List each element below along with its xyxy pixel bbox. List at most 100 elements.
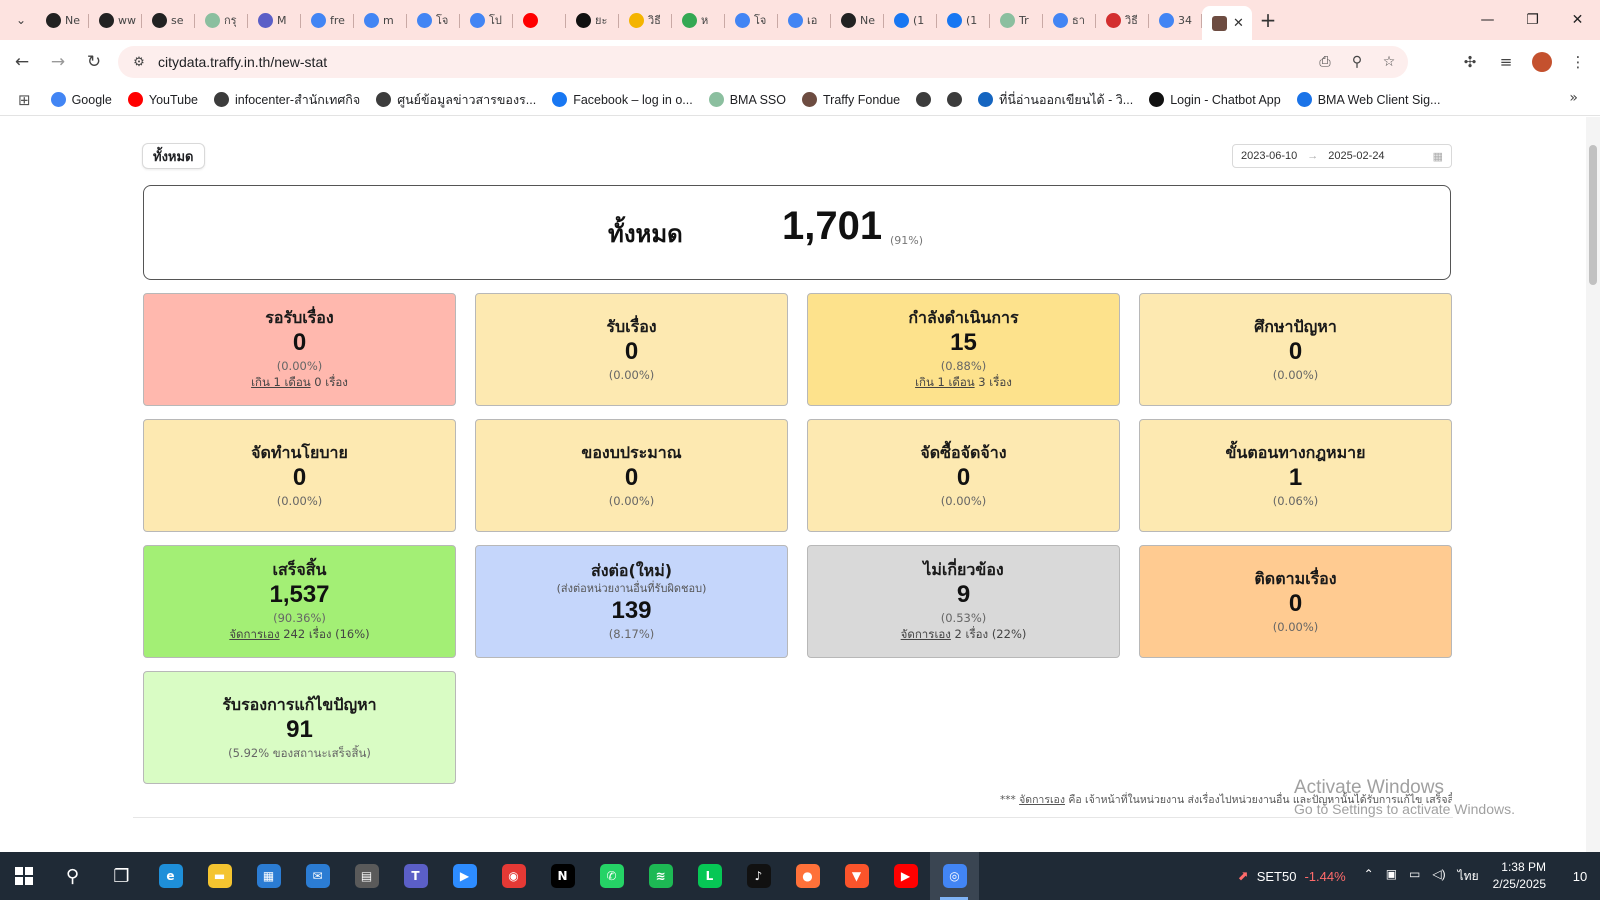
status-card[interactable]: ไม่เกี่ยวข้อง 9 (0.53%) จัดการเอง 2 เรื่อง … (807, 545, 1120, 658)
bookmark-item[interactable]: BMA SSO (708, 92, 786, 107)
install-app-icon[interactable]: ⎙ (1314, 54, 1336, 70)
new-tab-button[interactable]: + (1252, 6, 1284, 34)
browser-tab[interactable]: วิธี (619, 5, 672, 35)
browser-tab[interactable]: โป (460, 5, 513, 35)
bookmark-item[interactable] (947, 92, 968, 107)
record-icon[interactable]: ◉ (489, 852, 538, 900)
card-note-link[interactable]: เกิน 1 เดือน (915, 375, 975, 389)
windows-start-icon[interactable] (0, 852, 48, 900)
browser-tab-active[interactable]: ✕ (1202, 6, 1252, 40)
extensions-icon[interactable]: ✣ (1452, 53, 1488, 71)
media-control-icon[interactable]: ≡ (1488, 53, 1524, 71)
date-to[interactable]: 2025-02-24 (1328, 150, 1384, 162)
browser-tab[interactable]: M (248, 5, 301, 35)
status-card[interactable]: รับเรื่อง 0 (0.00%) (475, 293, 788, 406)
edge-icon[interactable]: e (146, 852, 195, 900)
browser-tab[interactable]: Ne (36, 5, 89, 35)
browser-tab[interactable]: m (354, 5, 407, 35)
browser-tab[interactable] (513, 5, 566, 35)
chrome-icon[interactable]: ◎ (930, 852, 979, 900)
volume-icon[interactable]: ◁) (1432, 867, 1445, 886)
browser-tab[interactable]: กรุ (195, 5, 248, 35)
restore-icon[interactable]: ❐ (1510, 0, 1555, 40)
browser-tab[interactable]: Tr (990, 5, 1043, 35)
bookmark-item[interactable]: YouTube (127, 92, 198, 107)
card-note-link[interactable]: จัดการเอง (901, 627, 951, 641)
scrollbar-thumb[interactable] (1589, 145, 1597, 285)
browser-tab[interactable]: fre (301, 5, 354, 35)
netflix-icon[interactable]: N (538, 852, 587, 900)
bookmark-item[interactable]: infocenter-สำนักเทศกิจ (214, 90, 360, 110)
browser-tab[interactable]: se (142, 5, 195, 35)
stock-widget[interactable]: ⬈ SET50 -1.44% (1238, 868, 1346, 884)
browser-tab[interactable]: 34 (1149, 5, 1202, 35)
browser-tab[interactable]: ยะ (566, 5, 619, 35)
browser-tab[interactable]: โจ (725, 5, 778, 35)
back-icon[interactable]: ← (4, 46, 40, 78)
calendar-icon[interactable]: ▦ (1433, 150, 1443, 163)
apps-grid-icon[interactable]: ⊞ (18, 91, 31, 109)
firefox-icon[interactable]: ● (783, 852, 832, 900)
tiktok-icon[interactable]: ♪ (734, 852, 783, 900)
clock[interactable]: 1:38 PM 2/25/2025 (1493, 859, 1546, 893)
more-bookmarks-icon[interactable]: » (1569, 90, 1578, 106)
whatsapp-icon[interactable]: ✆ (587, 852, 636, 900)
browser-tab[interactable]: ww (89, 5, 142, 35)
search-icon[interactable]: ⚲ (48, 852, 97, 900)
status-card[interactable]: จัดทำนโยบาย 0 (0.00%) (143, 419, 456, 532)
address-bar[interactable]: ⚙ citydata.traffy.in.th/new-stat ⎙ ⚲ ☆ (118, 46, 1408, 78)
close-tab-icon[interactable]: ✕ (1233, 16, 1244, 31)
notification-center-icon[interactable]: 10 (1560, 852, 1600, 900)
calculator-icon[interactable]: ▤ (342, 852, 391, 900)
card-note-link[interactable]: จัดการเอง (229, 627, 279, 641)
task-view-icon[interactable]: ❐ (97, 852, 146, 900)
menu-icon[interactable]: ⋮ (1560, 53, 1596, 71)
date-from[interactable]: 2023-06-10 (1241, 150, 1297, 162)
browser-tab[interactable]: ห (672, 5, 725, 35)
reload-icon[interactable]: ↻ (76, 46, 112, 78)
network-icon[interactable]: ▭ (1409, 867, 1420, 886)
browser-tab[interactable]: (1 (884, 5, 937, 35)
youtube-icon[interactable]: ▶ (881, 852, 930, 900)
status-card[interactable]: ติดตามเรื่อง 0 (0.00%) (1139, 545, 1452, 658)
status-card[interactable]: ขั้นตอนทางกฎหมาย 1 (0.06%) (1139, 419, 1452, 532)
status-card[interactable]: เสร็จสิ้น 1,537 (90.36%) จัดการเอง 242 เรื่… (143, 545, 456, 658)
file-explorer-icon[interactable]: ▬ (195, 852, 244, 900)
zoom-icon[interactable]: ⚲ (1346, 54, 1368, 70)
minimize-icon[interactable]: — (1465, 0, 1510, 40)
bookmark-item[interactable]: Traffy Fondue (802, 92, 900, 107)
store-icon[interactable]: ▦ (244, 852, 293, 900)
bookmark-item[interactable]: Facebook – log in o... (552, 92, 693, 107)
spotify-icon[interactable]: ≋ (636, 852, 685, 900)
browser-tab[interactable]: Ne (831, 5, 884, 35)
status-card[interactable]: จัดซื้อจัดจ้าง 0 (0.00%) (807, 419, 1120, 532)
bookmark-item[interactable]: Login - Chatbot App (1149, 92, 1281, 107)
bookmark-item[interactable]: ศูนย์ข้อมูลข่าวสารของร... (376, 90, 536, 110)
language-indicator[interactable]: ไทย (1458, 867, 1479, 886)
meet-icon[interactable]: ▣ (1386, 867, 1397, 886)
browser-tab[interactable]: เอ (778, 5, 831, 35)
profile-avatar[interactable] (1532, 52, 1552, 72)
site-info-icon[interactable]: ⚙ (124, 55, 154, 70)
date-range-picker[interactable]: 2023-06-10 → 2025-02-24 ▦ (1232, 144, 1452, 168)
chevron-up-icon[interactable]: ⌃ (1364, 867, 1374, 886)
bookmark-item[interactable] (916, 92, 937, 107)
line-icon[interactable]: L (685, 852, 734, 900)
status-card[interactable]: ส่งต่อ(ใหม่) (ส่งต่อหน่วยงานอื่นที่รับผิด… (475, 545, 788, 658)
teams-icon[interactable]: T (391, 852, 440, 900)
browser-tab[interactable]: วิธี (1096, 5, 1149, 35)
browser-tab[interactable]: โจ (407, 5, 460, 35)
url-text[interactable]: citydata.traffy.in.th/new-stat (158, 54, 327, 70)
mail-icon[interactable]: ✉ (293, 852, 342, 900)
footnote-link[interactable]: จัดการเอง (1019, 794, 1065, 806)
bookmark-item[interactable]: BMA Web Client Sig... (1296, 92, 1440, 107)
status-card[interactable]: ของบประมาณ 0 (0.00%) (475, 419, 788, 532)
browser-tab[interactable]: (1 (937, 5, 990, 35)
status-card[interactable]: รอรับเรื่อง 0 (0.00%) เกิน 1 เดือน 0 เรื่อง (143, 293, 456, 406)
browser-tab[interactable]: ธา (1043, 5, 1096, 35)
zoom-icon[interactable]: ▶ (440, 852, 489, 900)
bookmark-star-icon[interactable]: ☆ (1378, 54, 1400, 70)
filter-all-button[interactable]: ทั้งหมด (142, 143, 205, 169)
close-window-icon[interactable]: ✕ (1555, 0, 1600, 40)
status-card[interactable]: ศึกษาปัญหา 0 (0.00%) (1139, 293, 1452, 406)
